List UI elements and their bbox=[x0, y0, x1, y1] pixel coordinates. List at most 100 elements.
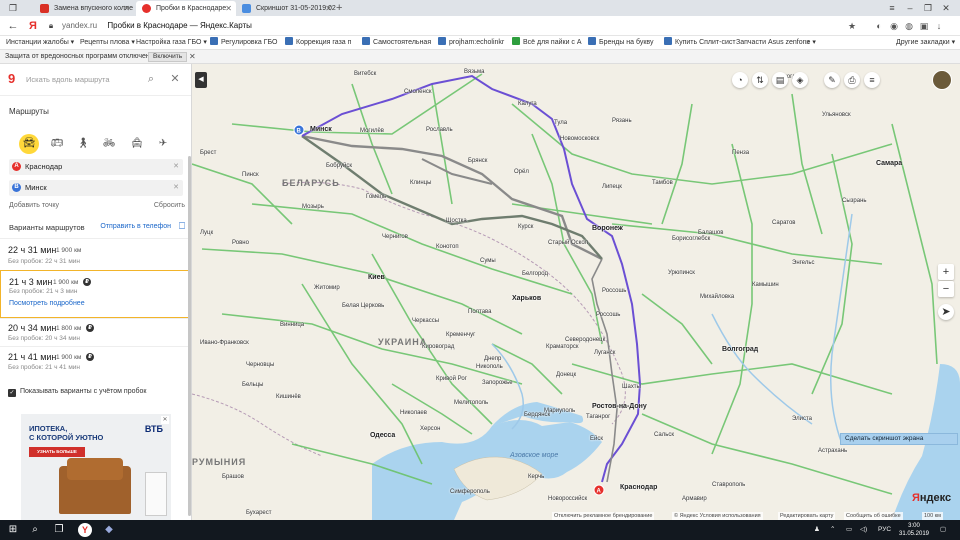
clock-date: 31.05.2019 bbox=[898, 531, 930, 537]
tab-yandex-maps[interactable]: Пробки в Краснодаре ✕ bbox=[136, 1, 236, 16]
bookmark-item[interactable]: Самостоятельная bbox=[362, 37, 431, 49]
windows-start-icon[interactable]: ⊞ bbox=[6, 523, 20, 537]
send-to-phone-link[interactable]: Отправить в телефон bbox=[100, 223, 171, 230]
plane-mode-icon[interactable]: ✈ bbox=[153, 134, 173, 154]
copyright-text[interactable]: © Яндекс Условия использования bbox=[672, 512, 763, 520]
extension-icon[interactable]: ◐ bbox=[873, 20, 885, 32]
collapse-sidebar-button[interactable]: ◀ bbox=[195, 72, 207, 88]
bookmark-item[interactable]: Коррекция газа п bbox=[285, 37, 351, 49]
tray-chevron-icon[interactable]: ⌃ bbox=[830, 524, 835, 536]
extension-icon[interactable]: ▣ bbox=[918, 20, 930, 32]
route-search-input[interactable] bbox=[26, 73, 136, 86]
close-ad-icon[interactable]: ✕ bbox=[161, 416, 169, 424]
add-point-link[interactable]: Добавить точку bbox=[9, 202, 59, 209]
clear-waypoint-icon[interactable]: ✕ bbox=[173, 159, 179, 175]
other-bookmarks[interactable]: Другие закладки ▾ bbox=[896, 37, 955, 49]
bookmark-item[interactable]: projham:echolinkr bbox=[438, 37, 504, 49]
clear-waypoint-icon[interactable]: ✕ bbox=[173, 180, 179, 196]
bookmark-item[interactable]: Бренды на букву bbox=[588, 37, 654, 49]
new-tab-button[interactable]: + bbox=[336, 0, 342, 16]
close-window-icon[interactable]: ✕ bbox=[938, 0, 954, 16]
map-view[interactable]: B A БЕЛАРУСЬ УКРАИНА РУМЫНИЯ Азовское мо… bbox=[192, 64, 960, 520]
car-mode-icon[interactable]: 🚘︎ bbox=[19, 134, 39, 154]
close-tab-icon[interactable]: ✕ bbox=[325, 1, 332, 16]
search-icon[interactable]: ⌕ bbox=[28, 523, 42, 537]
network-icon[interactable]: ▭ bbox=[846, 524, 852, 536]
menu-icon[interactable]: ≡ bbox=[884, 0, 900, 16]
city-label: Сумы bbox=[480, 258, 496, 264]
zoom-in-button[interactable]: + bbox=[938, 264, 954, 280]
route-option[interactable]: 20 ч 34 мин 1 800 км ₽ Без пробок: 20 ч … bbox=[0, 318, 191, 346]
country-label: РУМЫНИЯ bbox=[192, 457, 247, 467]
sidebar-scrollbar[interactable] bbox=[188, 156, 191, 516]
yandex-browser-icon[interactable]: Y bbox=[78, 523, 92, 537]
bookmark-item[interactable]: Настройка газа ГБО ▾ bbox=[136, 37, 207, 49]
bookmark-item[interactable]: Купить Сплит-сист bbox=[664, 37, 736, 49]
language-indicator[interactable]: РУС bbox=[878, 524, 891, 536]
layers-icon[interactable]: ◈ bbox=[792, 72, 808, 88]
tab-engine[interactable]: Замена впускного колле ✕ bbox=[34, 1, 134, 16]
traffic-icon[interactable]: ◔ bbox=[732, 72, 748, 88]
close-icon[interactable]: ✕ bbox=[168, 72, 182, 86]
waypoint-from[interactable]: A Краснодар ✕ bbox=[9, 159, 183, 175]
yandex-y-icon[interactable]: Я bbox=[26, 19, 40, 33]
taxi-mode-icon[interactable]: 🚖︎ bbox=[127, 134, 147, 154]
locate-icon[interactable]: ➤ bbox=[938, 304, 954, 320]
route-option[interactable]: 21 ч 41 мин 1 900 км ₽ Без пробок: 21 ч … bbox=[0, 346, 191, 376]
close-infobar-icon[interactable]: ✕ bbox=[189, 51, 196, 63]
route-details-link[interactable]: Посмотреть подробнее bbox=[9, 300, 85, 307]
maximize-icon[interactable]: ❐ bbox=[920, 0, 936, 16]
bookmark-item[interactable]: Регулировка ГБО bbox=[210, 37, 277, 49]
route-option[interactable]: 22 ч 31 мин 1 900 км Без пробок: 22 ч 31… bbox=[0, 238, 191, 270]
bookmark-item[interactable]: Всё для пайки с А bbox=[512, 37, 582, 49]
extension-icon[interactable]: ◉ bbox=[888, 20, 900, 32]
task-view-icon[interactable]: ❐ bbox=[52, 523, 66, 537]
walk-mode-icon[interactable]: 🚶︎ bbox=[73, 134, 93, 154]
close-tab-icon[interactable]: ✕ bbox=[123, 1, 130, 16]
route-option-selected[interactable]: 21 ч 3 мин 1 900 км ₽ Без пробок: 21 ч 3… bbox=[0, 270, 191, 318]
city-label: Волгоград bbox=[722, 346, 759, 353]
bookmark-item[interactable]: Инстанции жалобы ▾ bbox=[6, 37, 74, 49]
phone-icon[interactable]: ⎕ bbox=[179, 221, 185, 232]
disable-branding-link[interactable]: Отключить рекламное брендирование bbox=[552, 512, 655, 520]
bike-mode-icon[interactable]: 🚲︎ bbox=[99, 134, 119, 154]
print-icon[interactable]: ⎙ bbox=[844, 72, 860, 88]
more-bookmarks-icon[interactable]: » bbox=[806, 37, 810, 49]
avatar[interactable] bbox=[932, 70, 952, 90]
url-field[interactable]: yandex.ru Пробки в Краснодаре — Яндекс.К… bbox=[62, 20, 252, 32]
person-icon[interactable]: ♟ bbox=[814, 524, 820, 536]
checkmark-icon[interactable]: ✓ bbox=[8, 389, 16, 397]
enable-protection-button[interactable]: Включить bbox=[148, 52, 188, 62]
system-clock[interactable]: 3:00 31.05.2019 bbox=[896, 522, 932, 538]
notifications-icon[interactable]: ▢ bbox=[940, 524, 946, 536]
report-error-link[interactable]: Сообщить об ошибке bbox=[844, 512, 903, 520]
bookmark-item[interactable]: Запчасти Asus zenfone ▾ bbox=[736, 37, 816, 49]
menu-icon[interactable]: ≡ bbox=[864, 72, 880, 88]
extension-icon[interactable]: ◍ bbox=[903, 20, 915, 32]
bookmark-item[interactable]: Рецепты плова ▾ bbox=[80, 37, 135, 49]
zoom-out-button[interactable]: − bbox=[938, 281, 954, 297]
bus-mode-icon[interactable]: 🚌︎ bbox=[47, 134, 67, 154]
reset-link[interactable]: Сбросить bbox=[154, 202, 185, 209]
ruler-icon[interactable]: ✎ bbox=[824, 72, 840, 88]
bookmark-icon[interactable]: ★ bbox=[846, 20, 858, 32]
tabs-menu-icon[interactable]: ❐ bbox=[5, 0, 21, 16]
download-icon[interactable]: ↓ bbox=[933, 20, 945, 32]
minimize-icon[interactable]: – bbox=[902, 0, 918, 16]
tab-screenshot[interactable]: Скриншот 31-05-2019 02 ✕ bbox=[236, 1, 336, 16]
search-icon[interactable]: ⌕ bbox=[144, 72, 158, 86]
edit-map-link[interactable]: Редактировать карту bbox=[778, 512, 836, 520]
yandex-logo-icon[interactable]: 9 bbox=[8, 72, 18, 86]
transit-icon[interactable]: ▤ bbox=[772, 72, 788, 88]
show-traffic-checkbox[interactable]: ✓ Показывать варианты с учётом пробок bbox=[8, 388, 146, 397]
ad-cta-button[interactable]: УЗНАТЬ БОЛЬШЕ bbox=[29, 447, 85, 457]
waypoint-to[interactable]: B Минск ✕ bbox=[9, 180, 183, 196]
volume-icon[interactable]: ◁) bbox=[860, 524, 867, 536]
back-arrow-icon[interactable]: ← bbox=[6, 19, 20, 33]
app-icon[interactable]: ◆ bbox=[102, 523, 116, 537]
close-tab-icon[interactable]: ✕ bbox=[225, 1, 232, 16]
city-label: Могилёв bbox=[360, 128, 384, 134]
ad-banner[interactable]: ИПОТЕКА, С КОТОРОЙ УЮТНО ВТБ УЗНАТЬ БОЛЬШ… bbox=[21, 414, 171, 520]
lock-icon[interactable]: 🔒︎ bbox=[44, 19, 58, 33]
routes-icon[interactable]: ⇅ bbox=[752, 72, 768, 88]
